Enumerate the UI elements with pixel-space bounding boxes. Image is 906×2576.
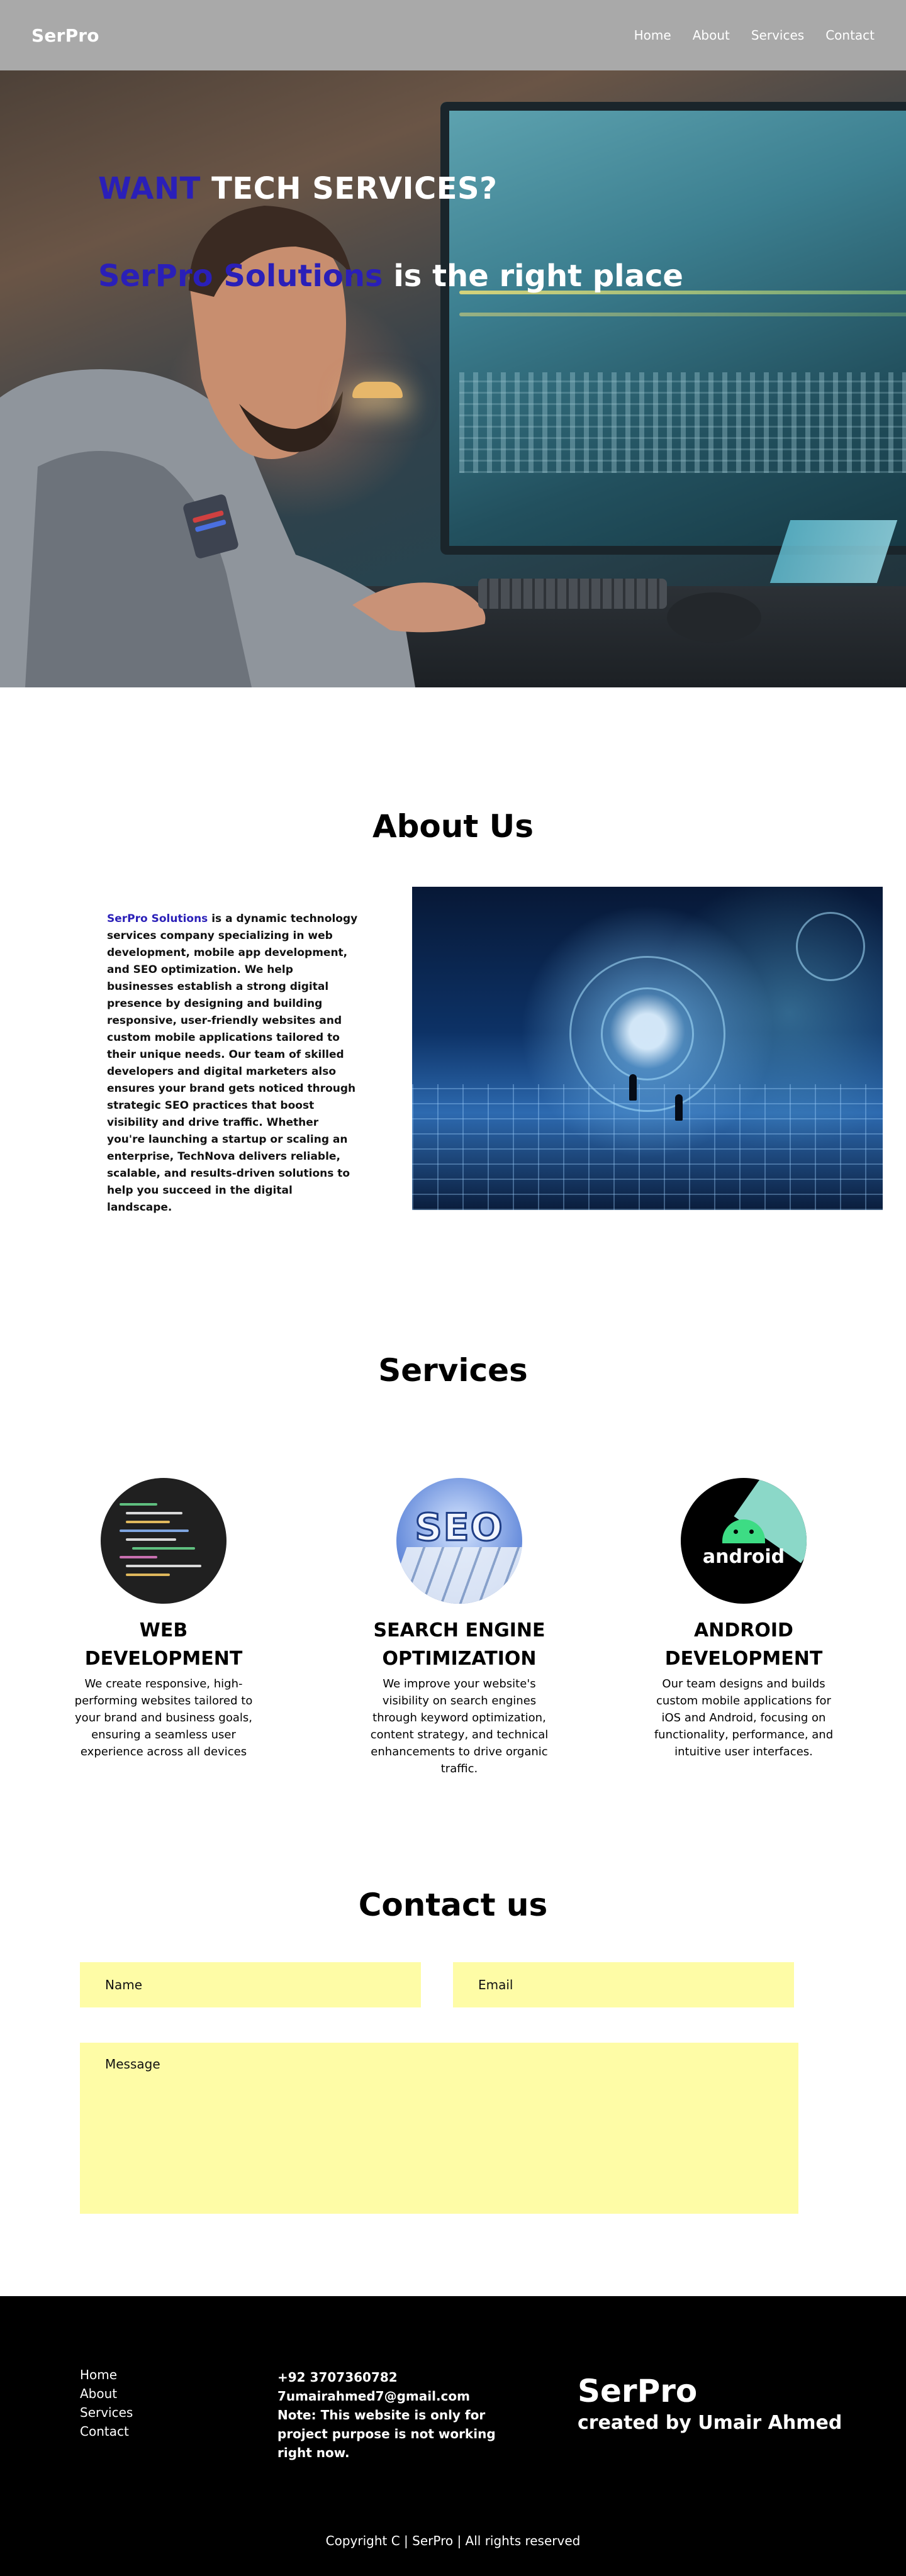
footer-contact-info: +92 3707360782 7umairahmed7@gmail.com No… — [277, 2368, 529, 2462]
about-accent: SerPro Solutions — [107, 913, 208, 925]
footer-brand: SerPro created by Umair Ahmed — [578, 2372, 842, 2436]
hero-section: WANT TECH SERVICES? SerPro Solutions is … — [0, 70, 906, 687]
about-title: About Us — [372, 808, 534, 845]
about-body: is a dynamic technology services company… — [107, 913, 358, 1214]
footer-link-home[interactable]: Home — [80, 2368, 133, 2382]
footer-note: Note: This website is only for project p… — [277, 2407, 496, 2460]
services-title: Services — [378, 1352, 528, 1389]
service-card-android: android ANDROID DEVELOPMENT Our team des… — [649, 1478, 838, 1760]
keyboard-image — [478, 579, 667, 609]
mug-image — [769, 520, 898, 583]
nav-link-services[interactable]: Services — [751, 28, 804, 43]
footer-brand-name: SerPro — [578, 2373, 698, 2409]
nav-menu: Home About Services Contact — [634, 28, 875, 43]
android-logo-image: android — [681, 1478, 807, 1604]
about-paragraph: SerPro Solutions is a dynamic technology… — [107, 911, 359, 1216]
message-textarea[interactable] — [80, 2043, 798, 2214]
service-title-android: ANDROID DEVELOPMENT — [664, 1619, 823, 1670]
nav-link-contact[interactable]: Contact — [825, 28, 875, 43]
hero-headline-accent: WANT — [98, 171, 201, 206]
footer: Home About Services Contact +92 37073607… — [0, 2296, 906, 2576]
hero-sub-rest: is the right place — [383, 258, 683, 294]
footer-link-about[interactable]: About — [80, 2387, 133, 2401]
service-title-web: WEB DEVELOPMENT — [84, 1619, 243, 1670]
copyright-text: Copyright C | SerPro | All rights reserv… — [325, 2533, 581, 2548]
nav-link-home[interactable]: Home — [634, 28, 671, 43]
footer-link-services[interactable]: Services — [80, 2406, 133, 2420]
hero-sub-accent: SerPro Solutions — [98, 258, 383, 294]
footer-created-by: created by Umair Ahmed — [578, 2412, 842, 2434]
footer-phone: +92 3707360782 — [277, 2370, 398, 2385]
service-desc-android: Our team designs and builds custom mobil… — [654, 1677, 834, 1758]
brand-logo[interactable]: SerPro — [31, 25, 99, 46]
service-card-web: WEB DEVELOPMENT We create responsive, hi… — [69, 1478, 258, 1760]
navbar: SerPro Home About Services Contact — [0, 0, 906, 70]
service-desc-seo: We improve your website's visibility on … — [370, 1677, 549, 1775]
email-input[interactable] — [453, 1962, 794, 2007]
footer-nav: Home About Services Contact — [80, 2368, 133, 2439]
lamp-image — [352, 382, 403, 398]
seo-image-text: SEO — [414, 1505, 504, 1551]
footer-email: 7umairahmed7@gmail.com — [277, 2389, 470, 2404]
contact-title: Contact us — [358, 1887, 548, 1923]
service-desc-web: We create responsive, high-performing we… — [74, 1677, 253, 1758]
hero-subheadline: SerPro Solutions is the right place — [98, 253, 683, 299]
hero-headline-rest: TECH SERVICES? — [200, 171, 498, 206]
seo-keyboard-image: SEO — [396, 1478, 522, 1604]
code-screen-image — [101, 1478, 226, 1604]
footer-link-contact[interactable]: Contact — [80, 2424, 133, 2439]
service-title-seo: SEARCH ENGINE OPTIMIZATION — [373, 1619, 545, 1670]
nav-link-about[interactable]: About — [693, 28, 730, 43]
name-input[interactable] — [80, 1962, 421, 2007]
hero-headline: WANT TECH SERVICES? — [98, 170, 683, 208]
mouse-image — [667, 592, 761, 643]
service-card-seo: SEO SEARCH ENGINE OPTIMIZATION We improv… — [365, 1478, 554, 1777]
hero-text: WANT TECH SERVICES? SerPro Solutions is … — [98, 170, 683, 299]
android-image-text: android — [702, 1546, 785, 1568]
about-image — [412, 887, 883, 1210]
